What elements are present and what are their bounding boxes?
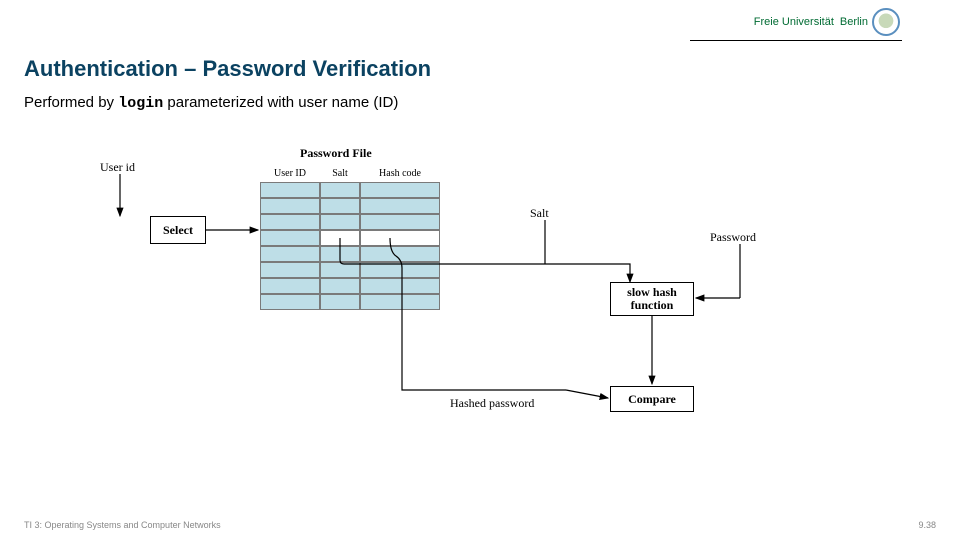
logo-underline	[690, 40, 902, 41]
password-file-body	[260, 182, 440, 310]
subtitle-post: parameterized with user name (ID)	[163, 94, 398, 111]
subtitle-pre: Performed by	[24, 94, 118, 111]
university-logo: Freie Universität Berlin	[754, 8, 900, 36]
footer-course: TI 3: Operating Systems and Computer Net…	[24, 520, 221, 530]
hash-function-box: slow hash function	[610, 282, 694, 316]
select-box: Select	[150, 216, 206, 244]
table-row	[260, 230, 440, 246]
logo-text: Freie Universität Berlin	[754, 16, 868, 28]
table-row	[260, 246, 440, 262]
password-verification-diagram: Password File User id Salt Password Hash…	[90, 140, 790, 480]
label-user-id: User id	[100, 160, 135, 175]
table-row	[260, 198, 440, 214]
label-salt: Salt	[530, 206, 549, 221]
slide-subtitle: Performed by login parameterized with us…	[24, 94, 398, 112]
footer-page-number: 9.38	[918, 520, 936, 530]
table-row	[260, 294, 440, 310]
col-header-hash: Hash code	[360, 168, 440, 182]
table-row	[260, 182, 440, 198]
col-header-salt: Salt	[320, 168, 360, 182]
label-password: Password	[710, 230, 756, 245]
compare-box: Compare	[610, 386, 694, 412]
university-seal-icon	[872, 8, 900, 36]
col-header-user-id: User ID	[260, 168, 320, 182]
logo-line1: Freie Universität	[754, 16, 834, 28]
label-password-file: Password File	[300, 146, 372, 161]
logo-line2: Berlin	[840, 16, 868, 28]
table-row	[260, 278, 440, 294]
password-file-table: User ID Salt Hash code	[260, 168, 440, 310]
slide-title: Authentication – Password Verification	[24, 56, 431, 82]
table-row	[260, 262, 440, 278]
label-hashed-password: Hashed password	[450, 396, 534, 411]
table-row	[260, 214, 440, 230]
subtitle-code: login	[118, 95, 163, 112]
